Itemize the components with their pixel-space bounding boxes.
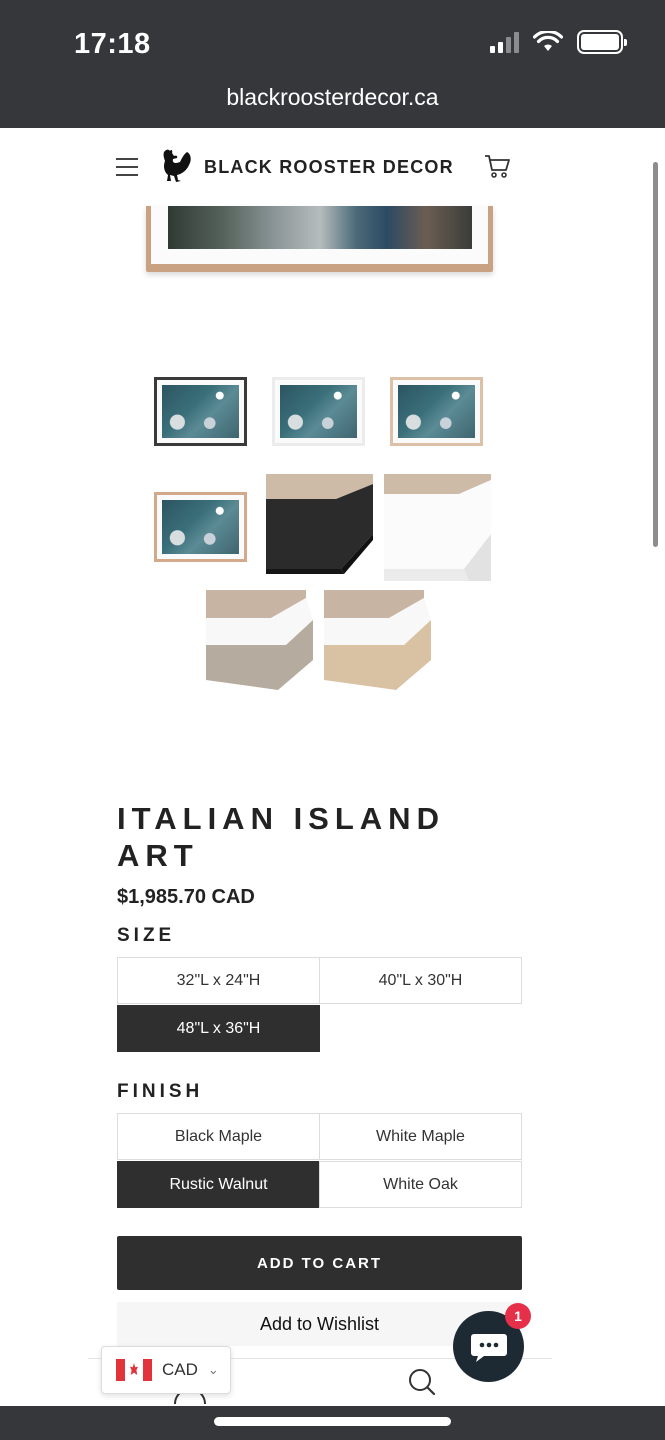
finish-option-white-maple[interactable]: White Maple: [319, 1113, 522, 1160]
search-icon[interactable]: [408, 1368, 436, 1396]
rooster-logo-icon[interactable]: [158, 148, 192, 184]
page-scrollbar[interactable]: [653, 162, 658, 547]
thumbnail-black-frame[interactable]: [154, 377, 247, 446]
product-main-image[interactable]: [146, 206, 493, 272]
thumbnail-walnut-frame[interactable]: [154, 492, 247, 562]
size-option-32x24[interactable]: 32"L x 24"H: [117, 957, 320, 1004]
brand-name[interactable]: BLACK ROOSTER DECOR: [204, 157, 454, 178]
size-option-40x30[interactable]: 40"L x 30"H: [319, 957, 522, 1004]
finish-label: FINISH: [117, 1081, 204, 1102]
thumbnail-natural-oak-corner[interactable]: [324, 590, 431, 690]
product-title: ITALIAN ISLAND ART: [117, 801, 445, 873]
add-to-cart-button[interactable]: ADD TO CART: [117, 1236, 522, 1290]
currency-selector[interactable]: CAD ⌄: [101, 1346, 231, 1394]
size-label: SIZE: [117, 925, 176, 946]
menu-icon[interactable]: [116, 158, 138, 176]
browser-top-bar: 17:18 blackroosterdecor.ca: [0, 0, 665, 128]
chevron-down-icon: ⌄: [207, 1362, 219, 1377]
wifi-icon: [533, 31, 563, 51]
finish-option-black-maple[interactable]: Black Maple: [117, 1113, 320, 1160]
battery-icon: [577, 30, 627, 54]
currency-code: CAD: [162, 1360, 198, 1379]
canada-flag-icon: [116, 1359, 152, 1381]
size-option-48x36[interactable]: 48"L x 36"H: [117, 1005, 320, 1052]
product-price: $1,985.70 CAD: [117, 886, 255, 908]
thumbnail-white-frame[interactable]: [272, 377, 365, 446]
thumbnail-light-wood-frame[interactable]: [390, 377, 483, 446]
cellular-signal-icon: [490, 31, 519, 53]
home-indicator[interactable]: [214, 1417, 451, 1426]
status-time: 17:18: [74, 28, 151, 60]
thumbnail-grey-oak-corner[interactable]: [206, 590, 313, 690]
chat-notification-badge: 1: [505, 1303, 531, 1329]
chat-bubble-icon: [470, 1333, 507, 1362]
finish-option-rustic-walnut[interactable]: Rustic Walnut: [117, 1161, 320, 1208]
thumbnail-black-corner[interactable]: [266, 474, 373, 581]
status-icons: [490, 30, 627, 54]
url-bar[interactable]: blackroosterdecor.ca: [0, 84, 665, 111]
cart-icon[interactable]: [483, 152, 511, 180]
finish-option-white-oak[interactable]: White Oak: [319, 1161, 522, 1208]
site-header: BLACK ROOSTER DECOR: [0, 128, 665, 206]
thumbnail-white-corner[interactable]: [384, 474, 491, 581]
